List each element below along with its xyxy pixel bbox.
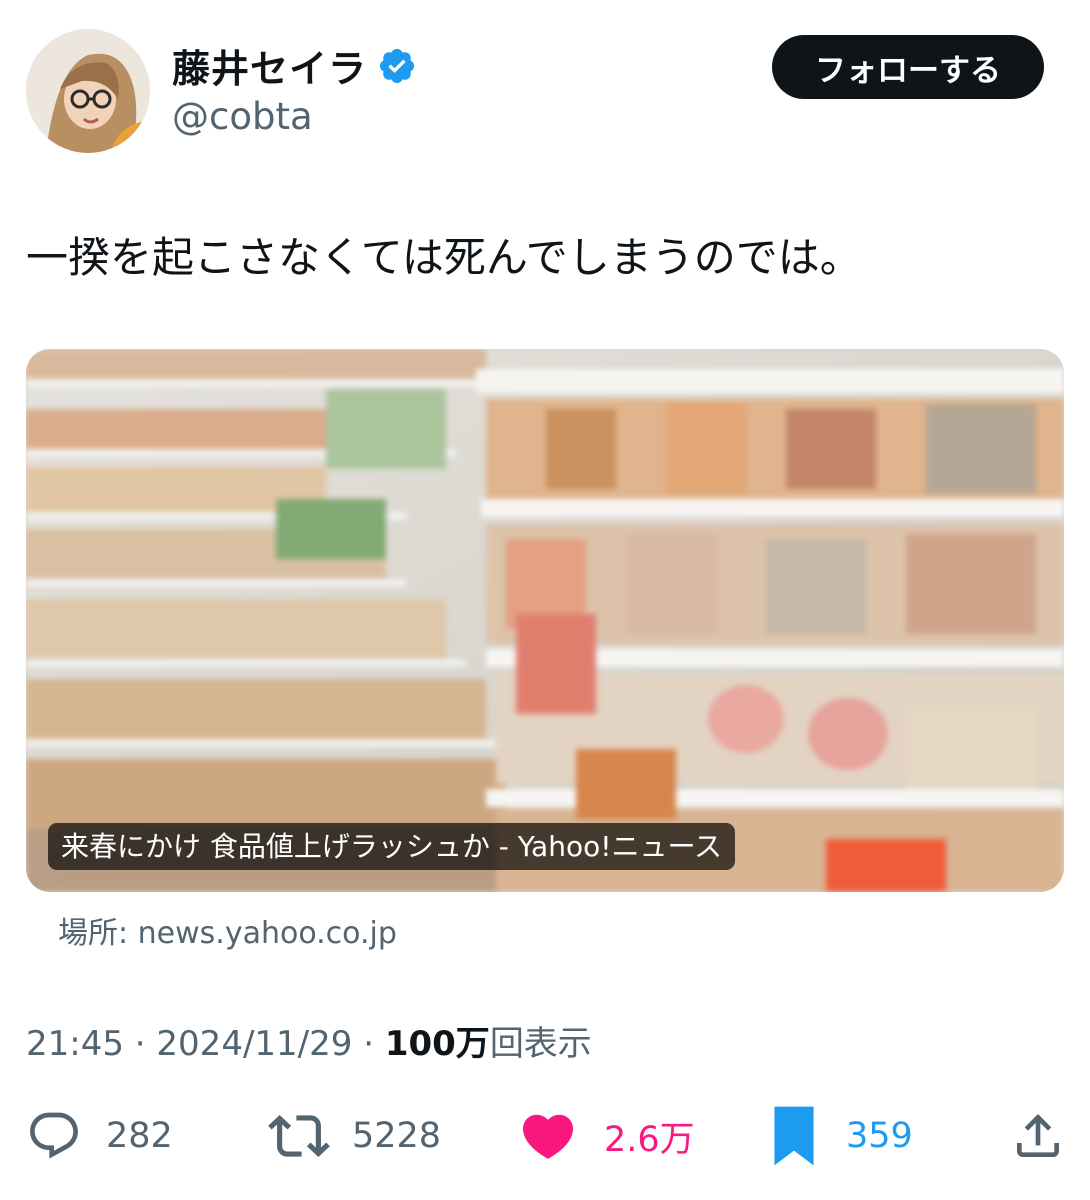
meta-separator: ·: [352, 1024, 385, 1064]
tweet-time[interactable]: 21:45: [26, 1024, 124, 1064]
link-card[interactable]: 来春にかけ 食品値上げラッシュか - Yahoo!ニュース: [26, 349, 1064, 892]
display-name-row: 藤井セイラ: [172, 38, 417, 93]
retweet-count: 5228: [352, 1116, 442, 1156]
like-count: 2.6万: [604, 1119, 695, 1160]
display-name[interactable]: 藤井セイラ: [172, 38, 367, 93]
card-title: 来春にかけ 食品値上げラッシュか - Yahoo!ニュース: [48, 823, 736, 870]
heart-icon: [522, 1114, 574, 1159]
follow-button[interactable]: フォローする: [772, 35, 1044, 99]
speech-bubble-icon: [30, 1112, 78, 1159]
user-handle[interactable]: @cobta: [172, 95, 313, 138]
avatar[interactable]: [26, 29, 150, 153]
tweet: 藤井セイラ @cobta フォローする 一揆を起こさなくては死んでしまうのでは。: [0, 0, 1090, 1200]
bookmark-icon: [774, 1106, 814, 1166]
card-image: [26, 349, 1064, 892]
bookmark-button[interactable]: 359: [772, 1106, 913, 1166]
verified-badge-icon: [379, 48, 415, 83]
share-button[interactable]: [1010, 1106, 1066, 1166]
tweet-date[interactable]: 2024/11/29: [156, 1024, 352, 1064]
bookmark-count: 359: [846, 1116, 913, 1156]
action-bar: 282 5228 2.6万 359: [0, 1106, 1090, 1166]
reply-count: 282: [106, 1116, 173, 1156]
avatar-image: [26, 29, 150, 153]
share-icon: [1017, 1114, 1059, 1157]
views-count: 100万: [384, 1024, 490, 1064]
card-source[interactable]: 場所: news.yahoo.co.jp: [58, 908, 397, 952]
tweet-meta: 21:45 · 2024/11/29 · 100万回表示: [26, 1016, 592, 1065]
like-button[interactable]: 2.6万: [518, 1106, 695, 1166]
meta-separator: ·: [123, 1024, 157, 1064]
retweet-icon: [268, 1115, 330, 1157]
retweet-button[interactable]: 5228: [268, 1106, 441, 1166]
reply-button[interactable]: 282: [26, 1106, 173, 1166]
views-label: 回表示: [489, 1024, 592, 1064]
tweet-text: 一揆を起こさなくては死んでしまうのでは。: [26, 233, 862, 282]
